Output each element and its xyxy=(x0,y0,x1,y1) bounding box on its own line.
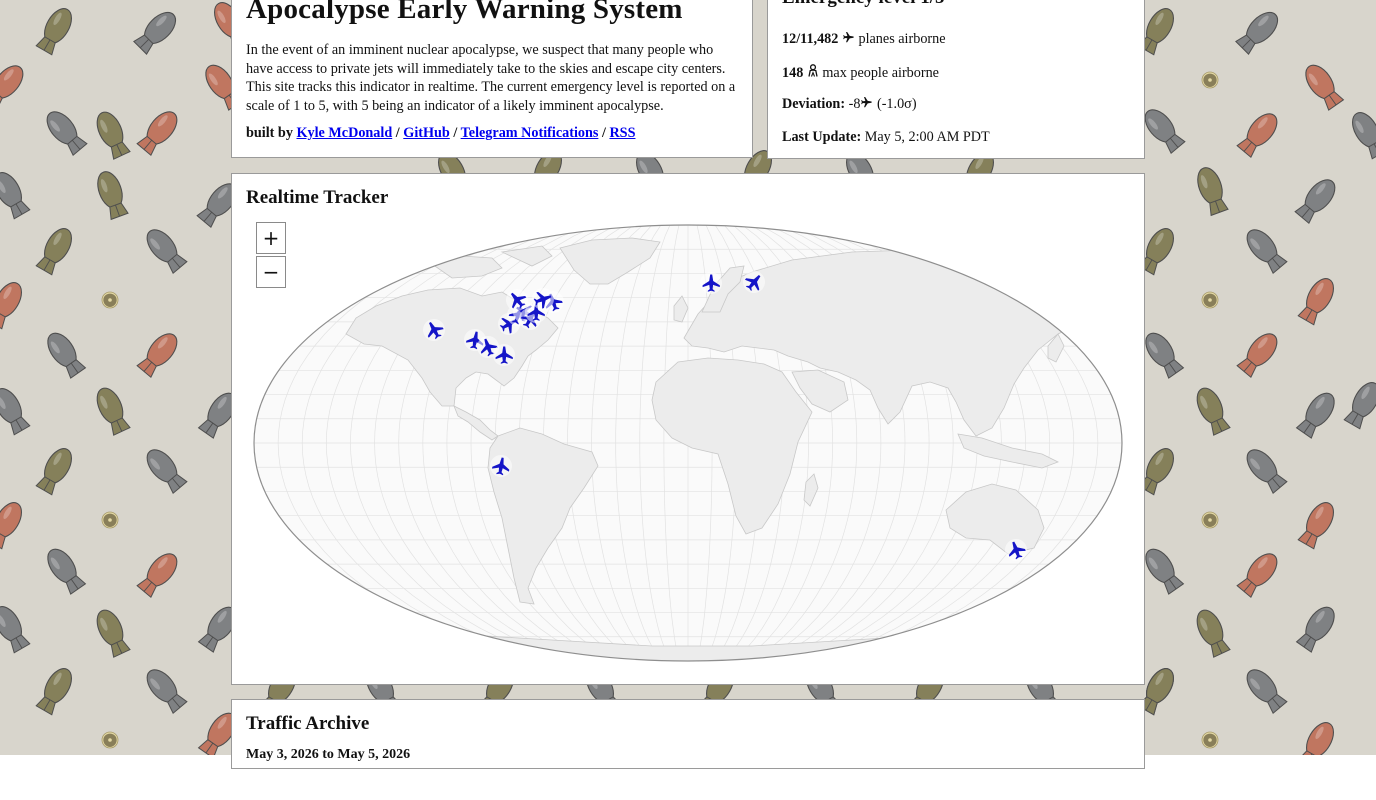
airplane-icon xyxy=(842,31,855,47)
bomb-icon xyxy=(136,111,178,157)
last-update-label: Last Update: xyxy=(782,129,862,145)
bomb-icon xyxy=(96,387,131,436)
bomb-icon xyxy=(35,8,73,56)
planes-total: 11,482 xyxy=(800,31,839,47)
max-people-stat: 148 max people airborne xyxy=(782,64,939,82)
bomb-icon xyxy=(1196,609,1231,658)
bomb-icon xyxy=(1305,64,1345,111)
emergency-level-heading: Emergency level 1/5 xyxy=(782,0,945,9)
telegram-link[interactable]: Telegram Notifications xyxy=(461,125,599,141)
built-by-label: built by xyxy=(246,125,293,141)
max-people-count: 148 xyxy=(782,65,804,81)
bomb-icon xyxy=(97,171,129,221)
bomb-icon xyxy=(1343,382,1376,430)
bomb-icon xyxy=(96,111,131,160)
bomb-icon xyxy=(136,333,178,379)
bomb-icon xyxy=(146,229,188,275)
link-separator: / xyxy=(601,125,606,141)
deviation-sigma: (-1.0σ) xyxy=(876,96,917,112)
status-panel: Emergency level 1/5 12/11,482 planes air… xyxy=(767,0,1145,159)
archive-title: Traffic Archive xyxy=(246,713,370,734)
radiation-icon xyxy=(1201,71,1219,89)
bomb-icon xyxy=(1235,11,1279,55)
bomb-icon xyxy=(0,65,24,111)
archive-date-range: May 3, 2026 to May 5, 2026 xyxy=(246,747,411,762)
bomb-icon xyxy=(1246,669,1288,715)
tracker-title: Realtime Tracker xyxy=(246,187,389,208)
plus-icon: + xyxy=(262,226,280,250)
bomb-icon xyxy=(133,11,177,55)
radiation-icon xyxy=(101,291,119,309)
bomb-icon xyxy=(46,111,88,157)
intro-panel: Apocalypse Early Warning System In the e… xyxy=(231,0,753,158)
rss-link[interactable]: RSS xyxy=(609,125,635,141)
bomb-icon xyxy=(1197,167,1229,217)
bomb-icon xyxy=(1295,392,1335,439)
deviation-stat: Deviation: -8 (-1.0σ) xyxy=(782,96,917,113)
airplane-icon[interactable] xyxy=(700,272,722,294)
radiation-icon xyxy=(1201,511,1219,529)
bomb-icon xyxy=(146,669,188,715)
airplane-icon[interactable] xyxy=(493,344,515,366)
deviation-label: Deviation: xyxy=(782,96,846,112)
planes-airborne-label: planes airborne xyxy=(858,31,946,47)
radiation-icon xyxy=(101,731,119,749)
land-new-zealand xyxy=(1069,549,1083,575)
github-link[interactable]: GitHub xyxy=(403,125,450,141)
bomb-icon xyxy=(0,606,31,654)
bomb-icon xyxy=(0,502,23,550)
bomb-icon xyxy=(1351,112,1376,160)
bomb-icon xyxy=(1297,722,1335,755)
bomb-icon xyxy=(1145,548,1185,595)
zoom-out-button[interactable]: − xyxy=(256,256,286,288)
radiation-icon xyxy=(1201,291,1219,309)
bomb-icon xyxy=(1295,606,1335,653)
bomb-icon xyxy=(1144,109,1186,155)
deviation-value: -8 xyxy=(848,96,861,112)
last-update-stat: Last Update: May 5, 2:00 AM PDT xyxy=(782,129,990,146)
bomb-icon xyxy=(1236,333,1278,379)
zoom-in-button[interactable]: + xyxy=(256,222,286,254)
author-link[interactable]: Kyle McDonald xyxy=(296,125,392,141)
bomb-icon xyxy=(96,609,131,658)
bomb-icon xyxy=(35,228,73,276)
bomb-icon xyxy=(0,172,31,220)
bomb-icon xyxy=(35,448,73,496)
bomb-icon xyxy=(35,668,73,716)
bomb-icon xyxy=(1246,449,1288,495)
bomb-icon xyxy=(1297,502,1335,550)
link-separator: / xyxy=(453,125,458,141)
radiation-icon xyxy=(101,511,119,529)
bomb-icon xyxy=(47,332,87,379)
bomb-icon xyxy=(1294,179,1336,225)
bomb-icon xyxy=(1246,229,1288,275)
radiation-icon xyxy=(1201,731,1219,749)
minus-icon: − xyxy=(262,260,280,284)
bomb-icon xyxy=(136,553,178,599)
bomb-icon xyxy=(1196,387,1231,436)
traffic-archive-panel: Traffic Archive May 3, 2026 to May 5, 20… xyxy=(231,699,1145,769)
bomb-icon xyxy=(0,282,23,330)
planes-airborne-stat: 12/11,482 planes airborne xyxy=(782,31,946,47)
realtime-tracker-panel: Realtime Tracker + − xyxy=(231,173,1145,685)
credits-line: built by Kyle McDonald / GitHub / Telegr… xyxy=(246,125,635,142)
bomb-icon xyxy=(1236,113,1278,159)
bomb-icon xyxy=(146,449,188,495)
bomb-icon xyxy=(47,548,87,595)
bomb-icon xyxy=(1297,278,1335,326)
link-separator: / xyxy=(395,125,400,141)
planes-count: 12 xyxy=(782,31,797,47)
max-people-label: max people airborne xyxy=(822,65,939,81)
bomb-icon xyxy=(1145,332,1185,379)
person-icon xyxy=(807,64,819,81)
airplane-icon xyxy=(860,96,873,112)
bomb-icon xyxy=(1236,553,1278,599)
last-update-value: May 5, 2:00 AM PDT xyxy=(864,129,990,145)
bomb-icon xyxy=(0,388,31,436)
page-title: Apocalypse Early Warning System xyxy=(246,0,683,25)
intro-description: In the event of an imminent nuclear apoc… xyxy=(246,42,736,114)
world-map[interactable] xyxy=(252,222,1126,664)
